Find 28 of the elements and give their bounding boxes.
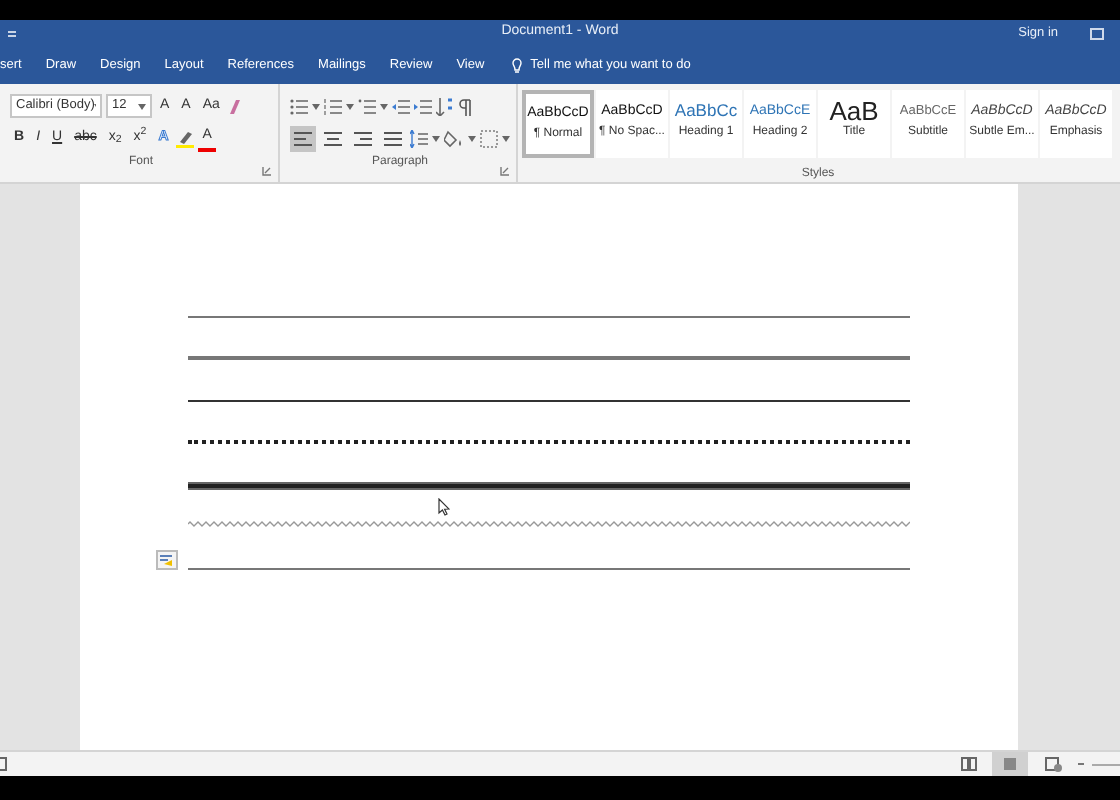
proofing-icon[interactable]: [0, 756, 8, 772]
borders-icon[interactable]: [480, 129, 498, 147]
sort-icon[interactable]: [436, 97, 454, 115]
multilevel-list-icon[interactable]: [358, 97, 376, 115]
increase-indent-icon[interactable]: [414, 97, 432, 115]
ribbon-display-icon[interactable]: [1090, 27, 1104, 39]
pilcrow-icon[interactable]: [458, 97, 472, 115]
clear-formatting-icon[interactable]: [227, 97, 244, 115]
align-center-icon: [324, 129, 342, 147]
print-layout-icon: [1002, 756, 1018, 772]
read-mode-icon[interactable]: [960, 756, 978, 772]
customize-icon[interactable]: [8, 29, 16, 37]
dialog-launcher-icon[interactable]: [262, 166, 272, 176]
mouse-pointer-icon: [438, 498, 450, 516]
align-right-icon: [354, 129, 372, 147]
highlighter-icon[interactable]: [176, 129, 195, 147]
justify-icon: [384, 129, 402, 147]
dialog-launcher-icon[interactable]: [500, 166, 510, 176]
autocorrect-options-icon[interactable]: [156, 550, 178, 570]
bullets-icon[interactable]: [290, 97, 308, 115]
lightbulb-icon: [512, 57, 523, 73]
web-layout-icon[interactable]: [1044, 756, 1062, 772]
align-left-icon: [294, 129, 312, 147]
shading-icon[interactable]: [444, 129, 464, 147]
decrease-indent-icon[interactable]: [392, 97, 410, 115]
alignment-button[interactable]: [290, 125, 316, 151]
numbering-icon[interactable]: [324, 97, 342, 115]
line-spacing-icon[interactable]: [410, 129, 428, 147]
